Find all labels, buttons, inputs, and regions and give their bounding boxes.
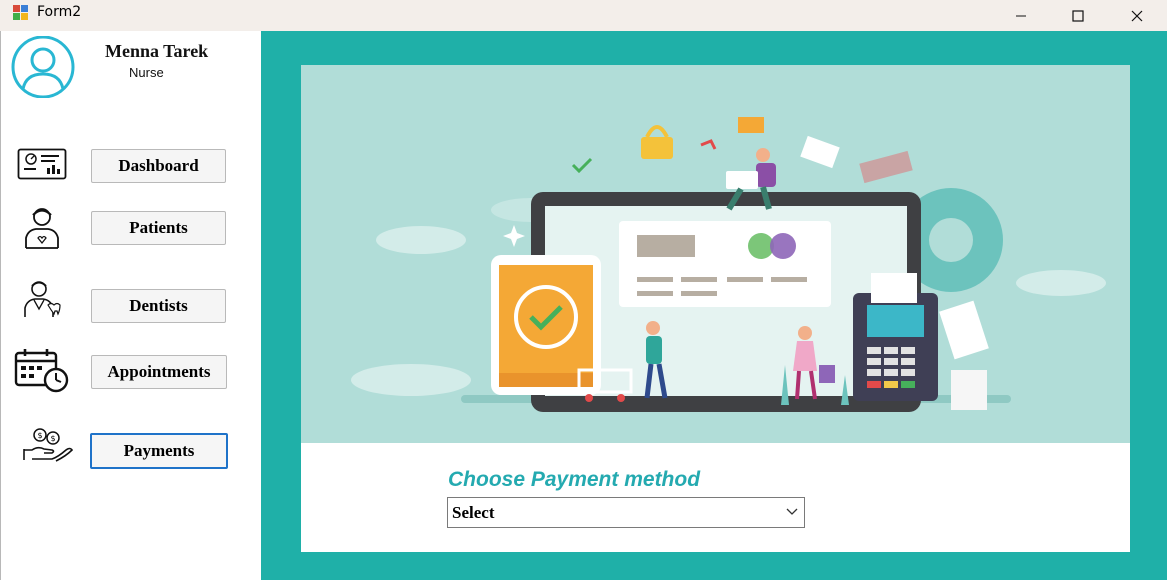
payment-panel: Choose Payment method Select <box>301 65 1130 552</box>
dentists-button[interactable]: Dentists <box>91 289 226 323</box>
app-icon <box>13 5 29 21</box>
calendar-clock-icon <box>14 349 69 393</box>
payment-illustration <box>301 65 1130 443</box>
patient-icon <box>25 208 59 249</box>
maximize-button[interactable] <box>1055 0 1101 31</box>
minimize-icon <box>1016 15 1026 16</box>
user-circle-icon <box>11 36 75 98</box>
dashboard-button[interactable]: Dashboard <box>91 149 226 183</box>
payment-method-value: Select <box>452 503 495 522</box>
maximize-icon <box>1072 9 1084 22</box>
dashboard-monitor-icon <box>17 148 67 180</box>
form2-window: Form2 Menna Tarek Nurse Dashboard Patien… <box>0 0 1167 580</box>
svg-text:$: $ <box>38 431 43 440</box>
title-bar: Form2 <box>0 0 1167 31</box>
payment-method-select[interactable]: Select <box>447 497 805 528</box>
hand-coins-icon: $ $ <box>23 428 74 462</box>
choose-payment-label: Choose Payment method <box>448 468 701 491</box>
close-icon <box>1131 10 1143 21</box>
appointments-button[interactable]: Appointments <box>91 355 227 389</box>
main-content: Choose Payment method Select <box>261 31 1167 580</box>
chevron-down-icon <box>786 508 798 515</box>
user-role: Nurse <box>129 65 164 80</box>
payments-button[interactable]: Payments <box>90 433 228 469</box>
patients-button[interactable]: Patients <box>91 211 226 245</box>
minimize-button[interactable] <box>998 0 1044 31</box>
user-name: Menna Tarek <box>105 41 209 61</box>
dentist-icon <box>24 281 61 317</box>
sidebar: Menna Tarek Nurse Dashboard Patients Den… <box>0 31 261 580</box>
close-button[interactable] <box>1114 0 1160 31</box>
window-title: Form2 <box>37 4 82 20</box>
svg-text:$: $ <box>51 434 56 443</box>
